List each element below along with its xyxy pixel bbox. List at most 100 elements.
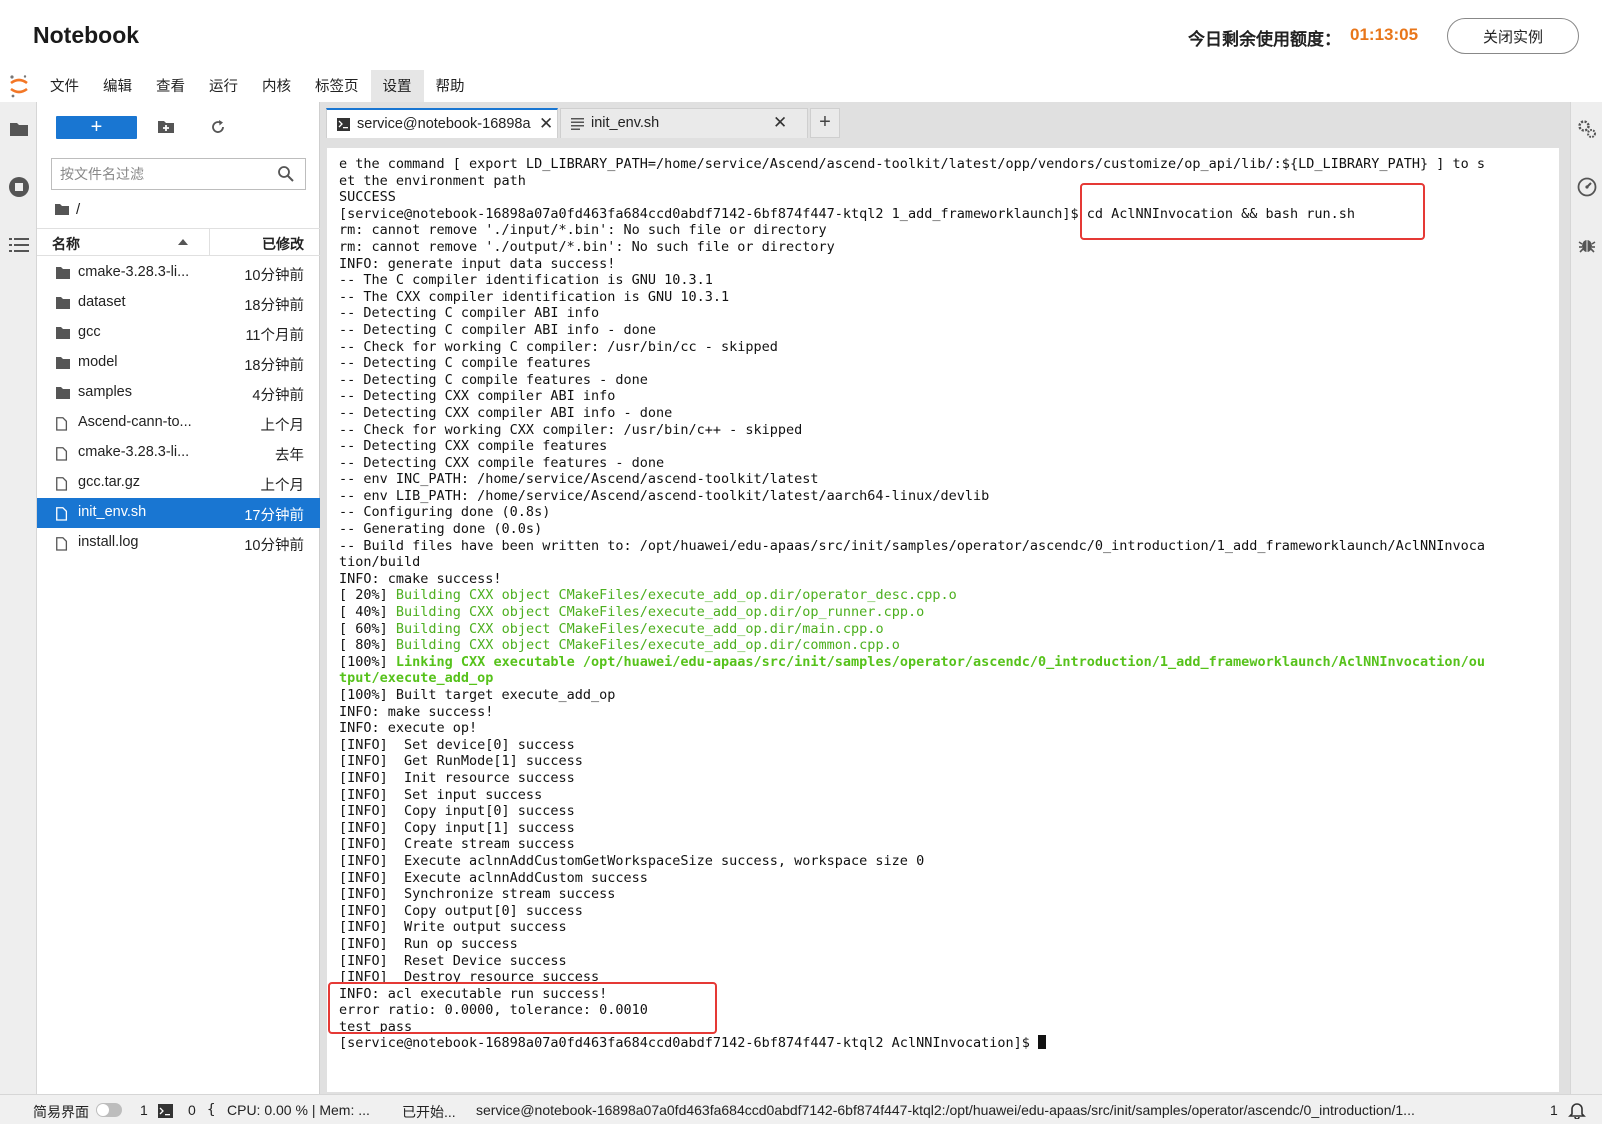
terminal-text: -- env LIB_PATH: /home/service/Ascend/as… — [339, 487, 990, 504]
file-name: samples — [78, 384, 132, 400]
debugger-bug-icon[interactable] — [1576, 234, 1598, 256]
file-icon — [56, 537, 68, 551]
terminal-line: [100%] Linking CXX executable /opt/huawe… — [339, 654, 1551, 671]
terminal-text: error ratio: 0.0000, tolerance: 0.0010 — [339, 1002, 648, 1019]
file-name: model — [78, 354, 118, 370]
file-row[interactable]: gcc 11个月前 — [37, 318, 320, 348]
file-row[interactable]: gcc.tar.gz 上个月 — [37, 468, 320, 498]
terminal-line: [ 40%] Building CXX object CMakeFiles/ex… — [339, 604, 1551, 621]
build-step-text: Building CXX object CMakeFiles/execute_a… — [395, 637, 900, 654]
breadcrumb[interactable]: / — [54, 198, 80, 220]
terminal-line: INFO: generate input data success! — [339, 256, 1551, 273]
tab-terminal[interactable]: service@notebook-16898a ✕ — [326, 108, 558, 138]
kernel-count[interactable]: 0 — [188, 1102, 196, 1118]
file-list: cmake-3.28.3-li... 10分钟前 dataset 18分钟前 gcc 11… — [37, 258, 320, 558]
file-row[interactable]: Ascend-cann-to... 上个月 — [37, 408, 320, 438]
gauge-icon[interactable] — [1576, 176, 1598, 198]
file-list-header: 名称 已修改 — [37, 228, 320, 256]
new-launcher-button[interactable]: + — [56, 116, 137, 139]
terminal-cursor — [1037, 1035, 1046, 1050]
link-step-text: tput/execute_add_op — [339, 670, 494, 687]
main-area: service@notebook-16898a ✕ init_env.sh ✕ … — [320, 102, 1570, 1094]
terminal-text: -- Detecting CXX compiler ABI info — [339, 388, 616, 405]
build-progress: [ 80%] — [339, 637, 396, 654]
table-of-contents-icon[interactable] — [8, 234, 30, 256]
menu-item[interactable]: 文件 — [38, 70, 91, 102]
add-tab-button[interactable]: + — [810, 108, 840, 138]
terminal-text: test pass — [339, 1018, 413, 1035]
simple-mode-label: 简易界面 — [33, 1104, 89, 1120]
menu-bar: 文件 编辑 查看 运行 内核 标签页 设置 帮助 — [38, 70, 477, 102]
terminal-output[interactable]: e the command [ export LD_LIBRARY_PATH=/… — [327, 148, 1559, 1092]
file-row[interactable]: model 18分钟前 — [37, 348, 320, 378]
menu-item[interactable]: 标签页 — [303, 70, 371, 102]
menu-item[interactable]: 设置 — [370, 70, 424, 102]
terminal-text: [INFO] Run op success — [339, 935, 518, 952]
terminal-line: error ratio: 0.0000, tolerance: 0.0010 — [339, 1002, 1551, 1019]
file-modified: 18分钟前 — [244, 358, 304, 374]
terminal-line: -- Configuring done (0.8s) — [339, 504, 1551, 521]
file-modified: 上个月 — [260, 478, 305, 494]
folder-icon — [56, 327, 70, 339]
terminal-line: INFO: acl executable run success! — [339, 986, 1551, 1003]
file-filter-input[interactable] — [60, 159, 270, 189]
terminal-text: -- Check for working CXX compiler: /usr/… — [339, 421, 803, 438]
breadcrumb-root: / — [76, 200, 81, 218]
file-browser-toolbar: + — [37, 102, 320, 152]
tab-label: service@notebook-16898a — [357, 116, 531, 132]
close-icon[interactable]: ✕ — [773, 113, 787, 133]
terminal-text: -- Detecting CXX compile features — [339, 438, 608, 455]
file-row[interactable]: cmake-3.28.3-li... 去年 — [37, 438, 320, 468]
build-progress: [100%] — [339, 653, 396, 670]
quota-label: 今日剩余使用额度： — [1188, 30, 1341, 49]
menu-item[interactable]: 帮助 — [424, 70, 477, 102]
new-folder-icon[interactable] — [155, 116, 177, 138]
terminal-text: SUCCESS — [339, 189, 396, 206]
bell-icon[interactable] — [1568, 1101, 1586, 1119]
file-row[interactable]: init_env.sh 17分钟前 — [37, 498, 320, 528]
terminal-text: [INFO] Set device[0] success — [339, 736, 575, 753]
terminal-line: -- Detecting CXX compile features — [339, 438, 1551, 455]
menu-item[interactable]: 编辑 — [91, 70, 144, 102]
terminal-icon — [337, 118, 350, 131]
terminal-line: -- The CXX compiler identification is GN… — [339, 289, 1551, 306]
running-stop-icon[interactable] — [8, 176, 30, 198]
terminal-line: [INFO] Copy input[1] success — [339, 820, 1551, 837]
terminal-line: -- The C compiler identification is GNU … — [339, 272, 1551, 289]
terminal-line: [service@notebook-16898a07a0fd463fa684cc… — [339, 1035, 1551, 1052]
column-name-header[interactable]: 名称 — [52, 234, 80, 254]
terminal-line: -- Detecting CXX compiler ABI info — [339, 388, 1551, 405]
close-instance-button[interactable]: 关闭实例 — [1447, 18, 1579, 54]
file-icon — [56, 507, 68, 521]
menu-item[interactable]: 内核 — [250, 70, 303, 102]
terminal-line: [INFO] Execute aclnnAddCustom success — [339, 870, 1551, 887]
terminal-text: -- env INC_PATH: /home/service/Ascend/as… — [339, 471, 819, 488]
file-row[interactable]: install.log 10分钟前 — [37, 528, 320, 558]
text-file-icon — [571, 118, 584, 130]
file-row[interactable]: samples 4分钟前 — [37, 378, 320, 408]
terminal-line: -- Detecting CXX compile features - done — [339, 455, 1551, 472]
refresh-icon[interactable] — [207, 116, 229, 138]
file-filter-box — [51, 158, 306, 190]
terminal-icon — [158, 1104, 173, 1118]
file-row[interactable]: dataset 18分钟前 — [37, 288, 320, 318]
terminal-text: [INFO] Execute aclnnAddCustomGetWorkspac… — [339, 852, 925, 869]
terminal-line: [INFO] Reset Device success — [339, 953, 1551, 970]
menu-item[interactable]: 查看 — [144, 70, 197, 102]
build-progress: [ 20%] — [339, 587, 396, 604]
folder-icon — [56, 267, 70, 279]
tab-init-env[interactable]: init_env.sh ✕ — [560, 108, 808, 138]
menu-item[interactable]: 运行 — [197, 70, 250, 102]
app-title: Notebook — [33, 22, 140, 48]
simple-mode-toggle[interactable] — [96, 1103, 122, 1117]
close-icon[interactable]: ✕ — [539, 114, 553, 134]
file-row[interactable]: cmake-3.28.3-li... 10分钟前 — [37, 258, 320, 288]
folder-icon[interactable] — [8, 118, 30, 140]
file-name: dataset — [78, 294, 126, 310]
property-inspector-icon[interactable] — [1576, 118, 1598, 140]
terminal-count[interactable]: 1 — [140, 1102, 148, 1118]
column-modified-header[interactable]: 已修改 — [262, 234, 304, 254]
file-icon — [56, 477, 68, 491]
terminal-line: INFO: cmake success! — [339, 571, 1551, 588]
cpu-mem-usage: CPU: 0.00 % | Mem: ... — [227, 1102, 370, 1118]
